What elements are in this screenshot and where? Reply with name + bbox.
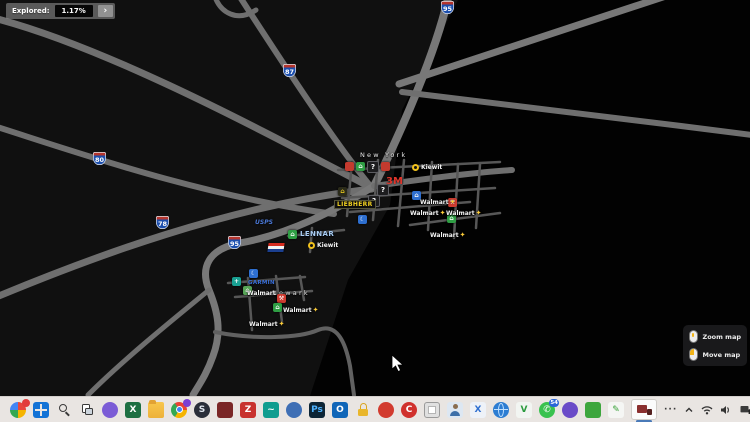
undiscovered-company-icon: ? <box>367 161 379 173</box>
globe-icon[interactable] <box>493 402 509 418</box>
sparkle-icon: ✦ <box>460 231 466 239</box>
file-explorer-icon[interactable] <box>148 402 164 418</box>
city-label: New York <box>360 151 407 159</box>
sparkle-icon: ✦ <box>450 198 456 206</box>
company-icon: ⌂ <box>356 162 365 171</box>
logo-liebherr: LIEBHERR <box>334 200 376 209</box>
interstate-78-shield: 78 <box>156 216 169 229</box>
explored-expand-button[interactable]: › <box>98 5 113 17</box>
start-button[interactable] <box>33 402 49 418</box>
logo-garmin: GARMIN <box>248 280 275 286</box>
explored-label: Explored: <box>12 7 50 15</box>
tray-truck-icon[interactable] <box>739 405 750 415</box>
sphere-blue-icon[interactable] <box>286 402 302 418</box>
taskbar: X S Z ~ Ps O C X V ✆54 ✎ ··· <box>0 396 750 422</box>
mouse-left-icon <box>689 348 698 361</box>
logo-walmart: Walmart✦ <box>420 198 456 206</box>
rest-stop-icon: ☾ <box>249 269 258 278</box>
search-icon[interactable] <box>56 402 72 418</box>
explored-widget: Explored: 1.17% › <box>6 3 115 19</box>
volume-icon[interactable] <box>720 405 732 415</box>
interstate-80-shield: 80 <box>93 152 106 165</box>
company-icon: ⌂ <box>338 187 347 196</box>
map-controls-panel: Zoom map Move map <box>683 325 748 366</box>
logo-walmart: Walmart <box>247 290 276 297</box>
logo-walmart: Walmart✦ <box>283 306 319 314</box>
repair-icon: ⚒ <box>277 294 286 303</box>
notes-icon[interactable]: ✎ <box>608 402 624 418</box>
sparkle-icon: ✦ <box>440 209 446 217</box>
chrome-icon[interactable] <box>171 402 187 418</box>
sparkle-icon: ✦ <box>313 306 319 314</box>
interstate-95-shield: 95 <box>441 1 454 14</box>
app-green-icon[interactable] <box>585 402 601 418</box>
logo-walmart: Walmart✦ <box>410 209 446 217</box>
whatsapp-icon[interactable]: ✆54 <box>539 402 555 418</box>
app-person-icon[interactable] <box>447 402 463 418</box>
hint-label: Move map <box>703 351 741 359</box>
app-x-icon[interactable]: X <box>470 402 486 418</box>
company-icon <box>345 162 354 171</box>
chart-teal-icon[interactable]: ~ <box>263 402 279 418</box>
logo-walmart: Walmart✦ <box>430 231 466 239</box>
lock-icon[interactable] <box>355 402 371 418</box>
mouse-cursor <box>391 354 405 373</box>
sparkle-icon: ✦ <box>476 209 482 217</box>
sparkle-icon: ✦ <box>279 320 285 328</box>
app-darkred-icon[interactable] <box>217 402 233 418</box>
desktop: 9587807895New YorkNewark???⌂⌂☾⌂⚒⌂⌂☾+⌂⚒⌂3… <box>0 0 750 422</box>
company-icon <box>381 162 390 171</box>
photoshop-icon[interactable]: Ps <box>309 402 325 418</box>
steam-icon[interactable]: S <box>194 402 210 418</box>
notification-badge <box>183 399 191 407</box>
logo-lennar: LENNAR <box>300 230 334 238</box>
system-tray: 18:31 18/12/2023 <box>684 401 750 419</box>
ccleaner-icon[interactable]: C <box>401 402 417 418</box>
explored-value: 1.17% <box>55 5 93 17</box>
interstate-87-shield: 87 <box>283 64 296 77</box>
app-purple-orb-icon[interactable] <box>562 402 578 418</box>
world-map[interactable]: 9587807895New YorkNewark???⌂⌂☾⌂⚒⌂⌂☾+⌂⚒⌂3… <box>0 0 750 396</box>
hint-label: Zoom map <box>703 333 742 341</box>
app-red-orb-icon[interactable] <box>378 402 394 418</box>
company-icon: ⌂ <box>288 230 297 239</box>
company-icon: ⌂ <box>273 303 282 312</box>
app-z-red-icon[interactable]: Z <box>240 402 256 418</box>
notification-badge <box>22 399 30 407</box>
widgets-icon[interactable] <box>10 402 26 418</box>
map-markers: 9587807895New YorkNewark???⌂⌂☾⌂⚒⌂⌂☾+⌂⚒⌂3… <box>0 0 750 396</box>
task-view-icon[interactable] <box>79 402 95 418</box>
logo-usps: USPS <box>255 219 273 226</box>
taskbar-overflow-button[interactable]: ··· <box>664 405 677 415</box>
logo-walmart: Walmart✦ <box>249 320 285 328</box>
tray-chevron-icon[interactable] <box>684 406 694 414</box>
app-window-icon[interactable] <box>424 402 440 418</box>
app-v-icon[interactable]: V <box>516 402 532 418</box>
logo-3m: 3M <box>386 176 403 187</box>
notification-badge: 54 <box>549 399 559 407</box>
logo-remax <box>267 243 284 252</box>
chat-app-icon[interactable] <box>102 402 118 418</box>
logo-kiewit: Kiewit <box>308 242 338 249</box>
zoom-map-hint: Zoom map <box>689 330 742 343</box>
excel-icon[interactable]: X <box>125 402 141 418</box>
wifi-icon[interactable] <box>701 405 713 415</box>
logo-walmart: Walmart✦ <box>446 209 482 217</box>
rest-stop-icon: ☾ <box>358 215 367 224</box>
outlook-icon[interactable]: O <box>332 402 348 418</box>
mouse-scroll-icon <box>689 330 698 343</box>
move-map-hint: Move map <box>689 348 742 361</box>
interstate-95-shield: 95 <box>228 236 241 249</box>
taskbar-active-app-ats[interactable] <box>631 399 657 420</box>
truck-icon <box>637 405 652 415</box>
service-icon: + <box>232 277 241 286</box>
logo-kiewit: Kiewit <box>412 164 442 171</box>
